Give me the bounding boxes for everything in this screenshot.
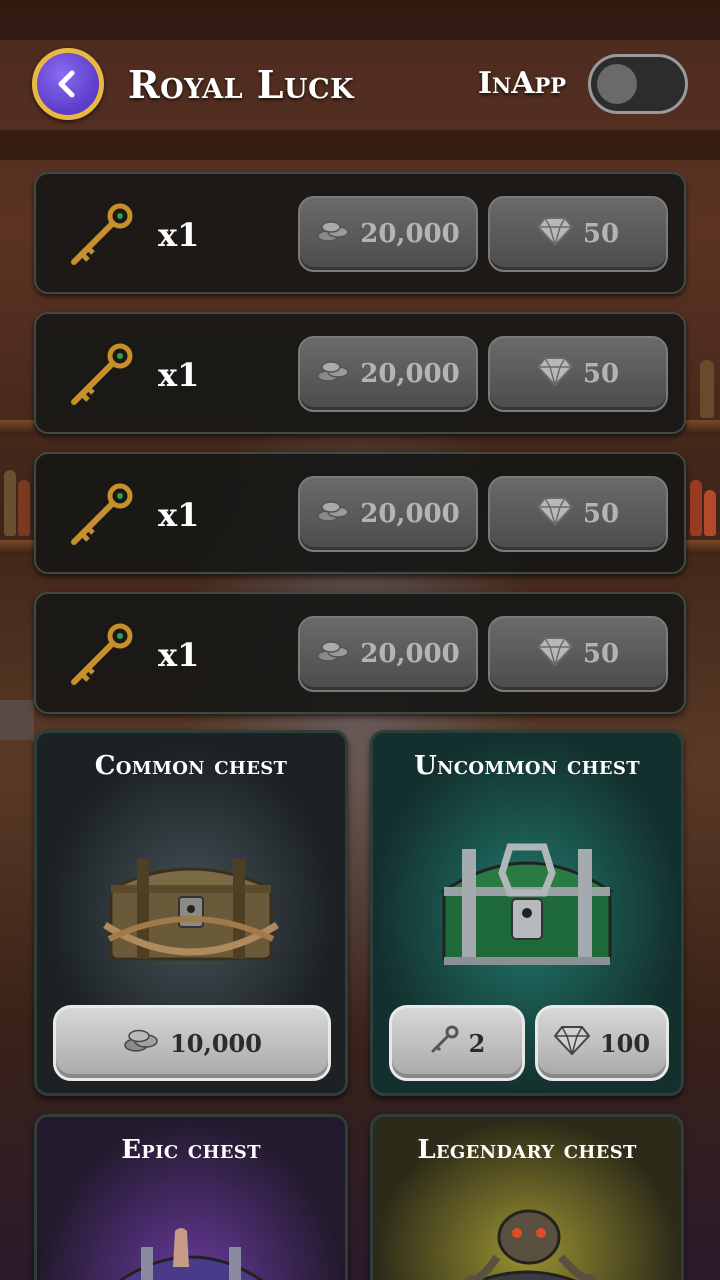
- chest-card-epic[interactable]: Epic chest: [34, 1114, 348, 1280]
- coins-icon: [316, 219, 350, 250]
- golden-key-icon: [66, 480, 136, 550]
- common-chest-image: [101, 829, 281, 983]
- chest-title: Epic chest: [121, 1135, 261, 1165]
- chest-title: Legendary chest: [417, 1135, 637, 1165]
- gem-icon: [536, 636, 574, 673]
- buy-key-coins-button[interactable]: 20,000: [298, 196, 478, 272]
- back-button[interactable]: [32, 48, 104, 120]
- buy-key-coins-button[interactable]: 20,000: [298, 476, 478, 552]
- buy-key-gems-button[interactable]: 50: [488, 336, 668, 412]
- chevron-left-icon: [58, 70, 75, 98]
- key-quantity: x1: [158, 496, 200, 534]
- gem-icon: [536, 356, 574, 393]
- chest-title: Uncommon chest: [414, 751, 640, 781]
- buy-key-gems-button[interactable]: 50: [488, 616, 668, 692]
- price-keys-label: 2: [468, 1028, 486, 1058]
- buy-common-coins-button[interactable]: 10,000: [53, 1005, 331, 1081]
- inapp-label: InApp: [478, 66, 567, 101]
- price-gems-label: 50: [582, 219, 620, 249]
- price-coins-label: 20,000: [360, 219, 460, 249]
- legendary-chest-image: [437, 1197, 617, 1280]
- gem-icon: [536, 216, 574, 253]
- price-coins-label: 20,000: [360, 359, 460, 389]
- coins-icon: [316, 359, 350, 390]
- uncommon-chest-image: [432, 829, 622, 983]
- key-quantity: x1: [158, 216, 200, 254]
- key-offer-row: x1 20,000 50: [34, 592, 686, 714]
- buy-key-coins-button[interactable]: 20,000: [298, 616, 478, 692]
- key-quantity: x1: [158, 356, 200, 394]
- key-offer-row: x1 20,000 50: [34, 312, 686, 434]
- key-offer-row: x1 20,000 50: [34, 172, 686, 294]
- buy-uncommon-keys-button[interactable]: 2: [389, 1005, 525, 1081]
- golden-key-icon: [66, 620, 136, 690]
- chest-card-legendary[interactable]: Legendary chest: [370, 1114, 684, 1280]
- chest-card-common[interactable]: Common chest 10,000: [34, 730, 348, 1096]
- price-coins-label: 10,000: [170, 1028, 262, 1058]
- buy-key-gems-button[interactable]: 50: [488, 196, 668, 272]
- inapp-toggle[interactable]: [588, 54, 688, 114]
- toggle-knob: [597, 64, 637, 104]
- price-coins-label: 20,000: [360, 639, 460, 669]
- top-bar: Royal Luck InApp: [0, 40, 720, 130]
- page-title: Royal Luck: [128, 62, 355, 107]
- price-gems-label: 100: [599, 1028, 651, 1058]
- chest-title: Common chest: [94, 751, 288, 781]
- buy-uncommon-gems-button[interactable]: 100: [535, 1005, 669, 1081]
- coins-icon: [316, 639, 350, 670]
- price-coins-label: 20,000: [360, 499, 460, 529]
- price-gems-label: 50: [582, 499, 620, 529]
- buy-key-coins-button[interactable]: 20,000: [298, 336, 478, 412]
- key-quantity: x1: [158, 636, 200, 674]
- gem-icon: [553, 1025, 591, 1061]
- coins-icon: [122, 1027, 160, 1059]
- golden-key-icon: [66, 340, 136, 410]
- key-icon: [429, 1025, 459, 1061]
- golden-key-icon: [66, 200, 136, 270]
- price-gems-label: 50: [582, 639, 620, 669]
- gem-icon: [536, 496, 574, 533]
- coins-icon: [316, 499, 350, 530]
- epic-chest-image: [101, 1227, 281, 1280]
- buy-key-gems-button[interactable]: 50: [488, 476, 668, 552]
- chest-card-uncommon[interactable]: Uncommon chest 2 100: [370, 730, 684, 1096]
- key-offer-row: x1 20,000 50: [34, 452, 686, 574]
- price-gems-label: 50: [582, 359, 620, 389]
